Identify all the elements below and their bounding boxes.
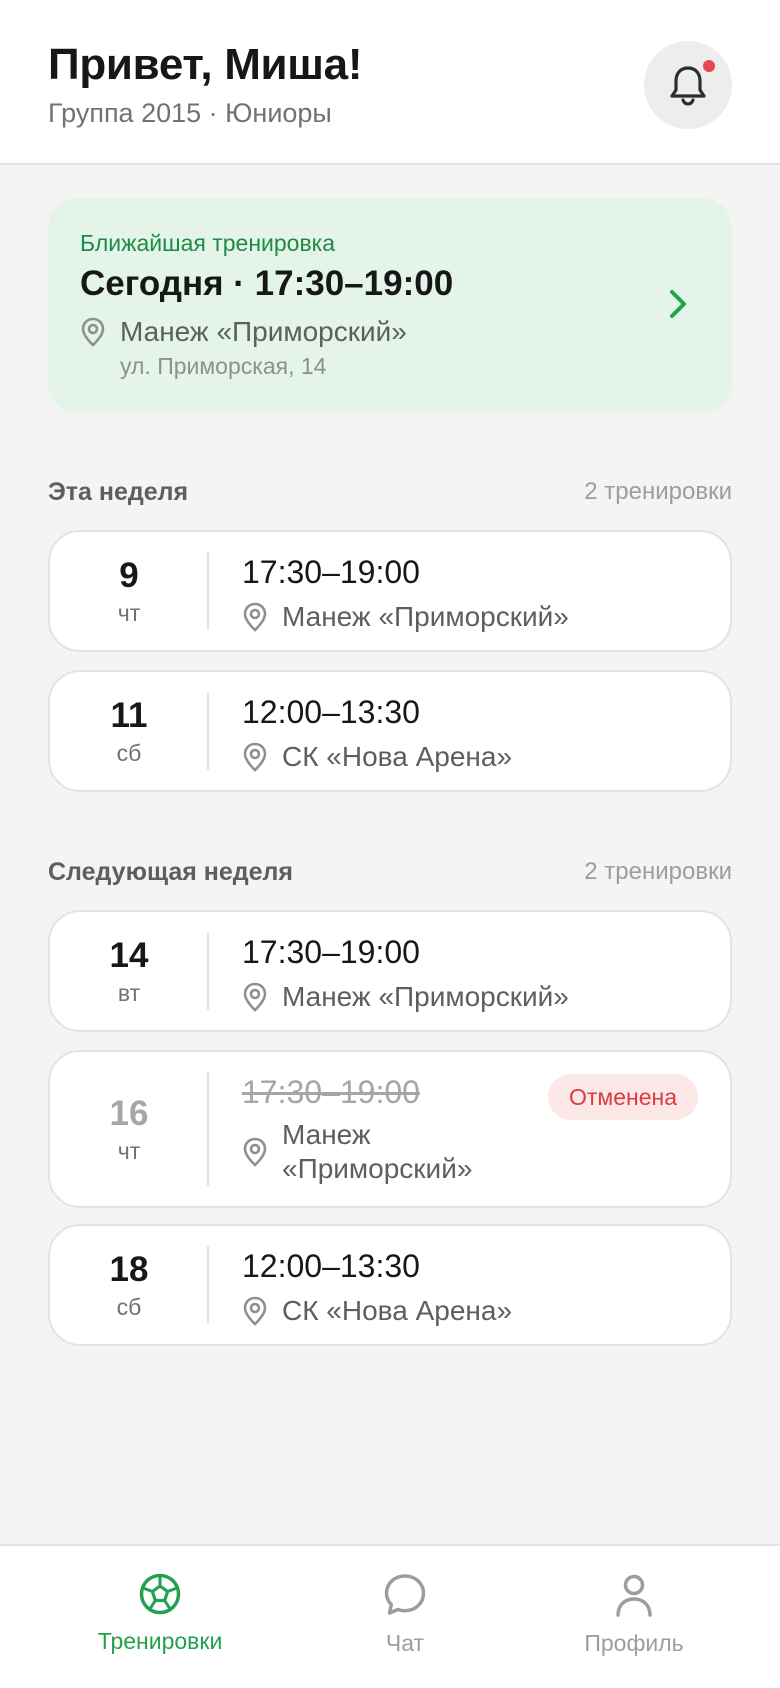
- training-date: 18 сб: [50, 1226, 208, 1344]
- bottom-tab-bar: Тренировки Чат Профиль: [0, 1544, 780, 1688]
- next-training-card[interactable]: Ближайшая тренировка Сегодня · 17:30–19:…: [48, 198, 732, 413]
- divider: [207, 692, 209, 770]
- next-training-time: Сегодня · 17:30–19:00: [80, 264, 454, 303]
- training-date: 11 сб: [50, 672, 208, 790]
- training-place: СК «Нова Арена»: [282, 741, 513, 772]
- location-pin-icon: [243, 1137, 267, 1167]
- section-count-this-week: 2 тренировки: [584, 478, 732, 505]
- weekday: чт: [117, 1137, 141, 1164]
- training-card[interactable]: 14 вт 17:30–19:00 Манеж «Приморский»: [48, 910, 732, 1032]
- training-time: 12:00–13:30: [242, 694, 420, 730]
- section-count-next-week: 2 тренировки: [584, 858, 732, 885]
- section-title-this-week: Эта неделя: [48, 478, 189, 506]
- training-time: 17:30–19:00: [242, 554, 420, 590]
- notifications-button[interactable]: [644, 41, 732, 129]
- training-date: 9 чт: [50, 532, 208, 650]
- training-date: 16 чт: [50, 1052, 208, 1206]
- divider: [207, 552, 209, 630]
- location-pin-icon: [243, 742, 267, 772]
- day-number: 9: [119, 555, 139, 595]
- day-number: 11: [110, 695, 148, 735]
- divider: [207, 932, 209, 1010]
- tab-trainings[interactable]: Тренировки: [60, 1572, 260, 1655]
- unread-dot: [703, 60, 715, 72]
- tab-label: Профиль: [584, 1630, 684, 1656]
- divider: [207, 1072, 209, 1186]
- weekday: сб: [116, 739, 142, 766]
- training-place: Манеж «Приморский»: [282, 981, 569, 1012]
- tab-label: Тренировки: [97, 1628, 223, 1654]
- training-time: 17:30–19:00: [242, 934, 420, 970]
- training-place: Манеж «Приморский»: [282, 1119, 473, 1184]
- training-location: Манеж «Приморский»: [242, 980, 569, 1014]
- next-training-label: Ближайшая тренировка: [80, 230, 336, 256]
- next-training-address: ул. Приморская, 14: [120, 353, 327, 379]
- training-date: 14 вт: [50, 912, 208, 1030]
- soccer-ball-icon: [139, 1573, 181, 1615]
- greeting-title: Привет, Миша!: [48, 40, 363, 89]
- training-card[interactable]: 18 сб 12:00–13:30 СК «Нова Арена»: [48, 1224, 732, 1346]
- weekday: чт: [117, 599, 141, 626]
- divider: [207, 1246, 209, 1324]
- weekday: вт: [117, 979, 141, 1006]
- training-card[interactable]: 9 чт 17:30–19:00 Манеж «Приморский»: [48, 530, 732, 652]
- tab-chat[interactable]: Чат: [305, 1572, 505, 1657]
- training-place: СК «Нова Арена»: [282, 1295, 513, 1326]
- bell-icon: [670, 66, 706, 106]
- training-time: 12:00–13:30: [242, 1248, 420, 1284]
- group-subtitle: Группа 2015 · Юниоры: [48, 98, 332, 128]
- day-number: 18: [109, 1249, 149, 1289]
- location-pin-icon: [243, 1296, 267, 1326]
- training-place: Манеж «Приморский»: [282, 601, 569, 632]
- user-icon: [616, 1574, 652, 1617]
- location-pin-icon: [243, 982, 267, 1012]
- training-location: Манеж «Приморский»: [242, 600, 569, 634]
- status-badge: Отменена: [547, 1074, 698, 1120]
- weekday: сб: [116, 1293, 142, 1320]
- chevron-right-icon: [670, 290, 686, 318]
- training-card[interactable]: 11 сб 12:00–13:30 СК «Нова Арена»: [48, 670, 732, 792]
- next-training-place: Манеж «Приморский»: [120, 316, 407, 347]
- tab-profile[interactable]: Профиль: [534, 1572, 734, 1657]
- training-location: Манеж «Приморский»: [242, 1118, 502, 1186]
- section-title-next-week: Следующая неделя: [48, 858, 294, 886]
- location-pin-icon: [81, 317, 105, 347]
- tab-label: Чат: [385, 1630, 425, 1656]
- day-number: 16: [109, 1093, 149, 1133]
- training-location: СК «Нова Арена»: [242, 1294, 512, 1328]
- training-time: 17:30–19:00: [242, 1074, 420, 1110]
- location-pin-icon: [243, 602, 267, 632]
- app-header: Привет, Миша! Группа 2015 · Юниоры: [0, 0, 780, 165]
- day-number: 14: [109, 935, 149, 975]
- training-card-cancelled[interactable]: 16 чт 17:30–19:00 Отменена Манеж «Примор…: [48, 1050, 732, 1208]
- training-location: СК «Нова Арена»: [242, 740, 512, 774]
- chat-bubble-icon: [384, 1574, 426, 1615]
- next-training-location: Манеж «Приморский»: [80, 316, 407, 348]
